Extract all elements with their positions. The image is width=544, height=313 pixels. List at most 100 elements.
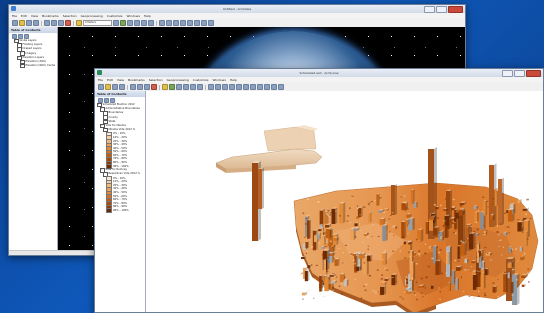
print-icon[interactable]: [33, 20, 39, 26]
maximize-button[interactable]: [514, 70, 525, 77]
extruded-bar: [354, 222, 359, 227]
select-icon[interactable]: [201, 20, 207, 26]
front_window-menu-edit[interactable]: Edit: [107, 77, 113, 83]
zoom-in-icon[interactable]: [173, 20, 179, 26]
open-icon[interactable]: [105, 84, 111, 90]
back_window-menu-help[interactable]: Help: [144, 13, 151, 19]
toolbar-separator: [73, 20, 74, 26]
list-by-drawing-order-icon[interactable]: [12, 33, 17, 39]
back_window-menu-selection[interactable]: Selection: [63, 13, 77, 19]
front_window-menu-view[interactable]: View: [117, 77, 124, 83]
save-icon[interactable]: [112, 84, 118, 90]
extruded-bar: [304, 269, 310, 282]
add-data-icon[interactable]: [76, 20, 82, 26]
back_window-menu-bookmarks[interactable]: Bookmarks: [42, 13, 59, 19]
full-extent-icon[interactable]: [257, 84, 263, 90]
front_window-menu-selection[interactable]: Selection: [149, 77, 163, 83]
identify-icon[interactable]: [271, 84, 277, 90]
toc-layer-row[interactable]: ✓ Elevation (90m) Cache: [9, 63, 57, 69]
catalog-icon[interactable]: [176, 84, 182, 90]
pan-icon[interactable]: [187, 20, 193, 26]
zoom-in-icon[interactable]: [236, 84, 242, 90]
fly-icon[interactable]: [215, 84, 221, 90]
toolbar-separator: [159, 84, 160, 90]
toc-icon[interactable]: [169, 84, 175, 90]
front_window-menu-windows[interactable]: Windows: [213, 77, 226, 83]
county-speck: [457, 260, 460, 262]
county-speck: [352, 227, 354, 229]
zoom-out-icon[interactable]: [180, 20, 186, 26]
front_window-menu-help[interactable]: Help: [230, 77, 237, 83]
county-speck: [433, 203, 436, 206]
tall-extruded-bar: [391, 183, 397, 215]
minimize-button[interactable]: [424, 6, 435, 13]
back_window-menu-customize[interactable]: Customize: [107, 13, 123, 19]
paste-icon[interactable]: [58, 20, 64, 26]
county-speck: [350, 253, 353, 255]
arctoolbox-icon[interactable]: [141, 20, 147, 26]
target-icon[interactable]: [222, 84, 228, 90]
usa-3d-extrusion-map[interactable]: [146, 91, 543, 312]
list-by-source-icon[interactable]: [104, 97, 109, 103]
catalog-icon[interactable]: [127, 20, 133, 26]
county-speck: [439, 230, 441, 232]
delete-icon[interactable]: [65, 20, 71, 26]
add-data-icon[interactable]: [162, 84, 168, 90]
search-icon[interactable]: [183, 84, 189, 90]
county-speck: [349, 207, 351, 210]
back_window-menu-geoprocessing[interactable]: Geoprocessing: [81, 13, 103, 19]
copy-icon[interactable]: [137, 84, 143, 90]
close-button[interactable]: [526, 70, 541, 77]
maximize-button[interactable]: [436, 6, 447, 13]
list-by-visibility-icon[interactable]: [24, 33, 29, 39]
identify-icon[interactable]: [208, 20, 214, 26]
copy-icon[interactable]: [51, 20, 57, 26]
extruded-bar: [355, 265, 362, 271]
front_window-menu-file[interactable]: File: [98, 77, 103, 83]
cut-icon[interactable]: [130, 84, 136, 90]
back_window-menu-view[interactable]: View: [31, 13, 38, 19]
county-speck: [415, 281, 418, 284]
list-by-drawing-order-icon[interactable]: [98, 97, 103, 103]
delete-icon[interactable]: [151, 84, 157, 90]
full-extent-icon[interactable]: [194, 20, 200, 26]
zoom-out-icon[interactable]: [243, 84, 249, 90]
zoom-target-icon[interactable]: [229, 84, 235, 90]
front_window-menu-geoprocessing[interactable]: Geoprocessing: [167, 77, 189, 83]
python-icon[interactable]: [197, 84, 203, 90]
back_window-menu-windows[interactable]: Windows: [127, 13, 140, 19]
new-icon[interactable]: [98, 84, 104, 90]
select-icon[interactable]: [264, 84, 270, 90]
front_window-menu-bookmarks[interactable]: Bookmarks: [128, 77, 145, 83]
pan-icon[interactable]: [250, 84, 256, 90]
front_window-menu-customize[interactable]: Customize: [193, 77, 209, 83]
new-icon[interactable]: [12, 20, 18, 26]
measure-icon[interactable]: [278, 84, 284, 90]
minimize-button[interactable]: [502, 70, 513, 77]
back_window-menu-edit[interactable]: Edit: [21, 13, 27, 19]
layer-visibility-checkbox[interactable]: ✓: [20, 63, 25, 69]
scale-box[interactable]: 0 Meters: [83, 20, 112, 26]
paste-icon[interactable]: [144, 84, 150, 90]
print-icon[interactable]: [119, 84, 125, 90]
county-speck: [371, 201, 374, 203]
list-by-visibility-icon[interactable]: [110, 97, 115, 103]
save-icon[interactable]: [26, 20, 32, 26]
toc-icon[interactable]: [120, 20, 126, 26]
list-by-source-icon[interactable]: [18, 33, 23, 39]
cut-icon[interactable]: [44, 20, 50, 26]
fly-icon[interactable]: [166, 20, 172, 26]
scene-view[interactable]: [146, 91, 543, 312]
arctoolbox-icon[interactable]: [190, 84, 196, 90]
county-speck: [330, 211, 332, 214]
search-icon[interactable]: [134, 20, 140, 26]
close-button[interactable]: [448, 6, 463, 13]
editor-icon[interactable]: [113, 20, 119, 26]
county-speck: [369, 201, 371, 204]
navigate-icon[interactable]: [159, 20, 165, 26]
county-speck: [372, 224, 375, 225]
python-icon[interactable]: [148, 20, 154, 26]
back_window-menu-file[interactable]: File: [12, 13, 17, 19]
navigate-icon[interactable]: [208, 84, 214, 90]
open-icon[interactable]: [19, 20, 25, 26]
